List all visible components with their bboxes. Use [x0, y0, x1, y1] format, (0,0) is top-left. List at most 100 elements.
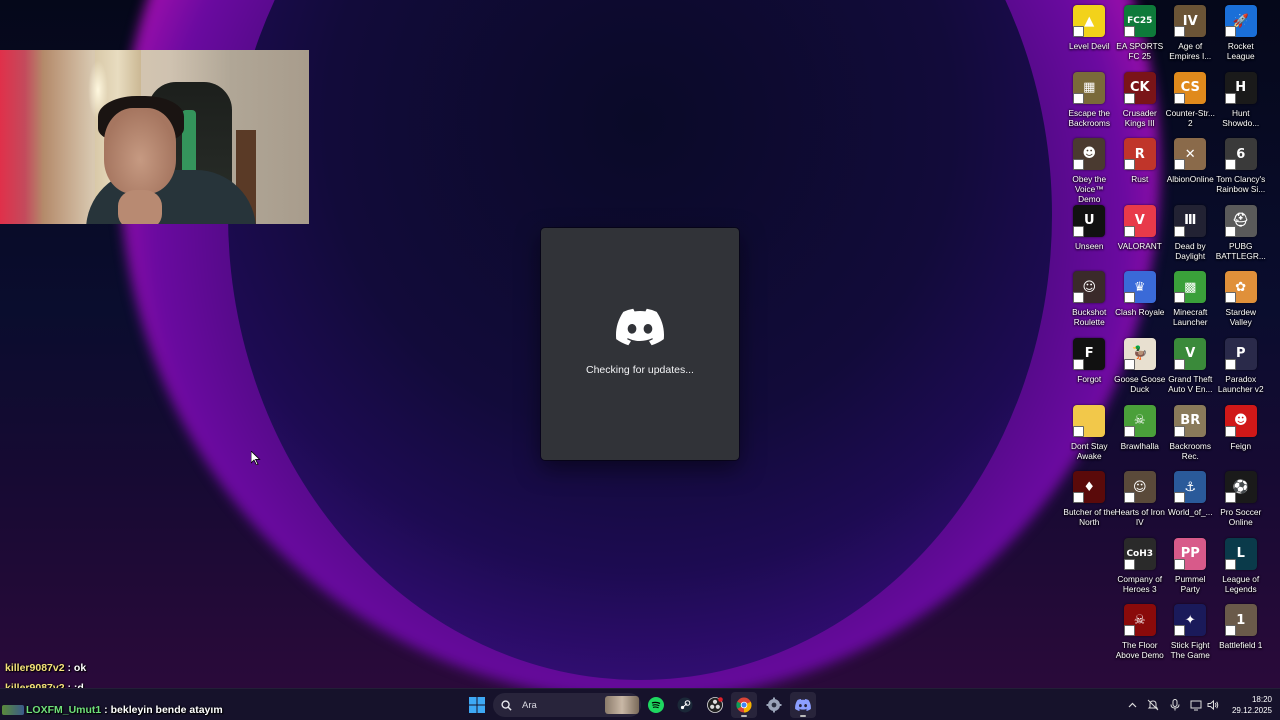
- desktop-shortcut-label: Battlefield 1: [1219, 640, 1263, 651]
- chat-text: ok: [73, 662, 87, 674]
- rust-icon: R: [1123, 138, 1156, 171]
- ea-fc25-icon: FC25: [1123, 5, 1156, 37]
- taskbar-search-input[interactable]: Ara: [493, 693, 641, 717]
- clock-time: 18:20: [1251, 695, 1272, 704]
- desktop-icon-grid: ▲ Level Devil FC25 EA SPORTS FC 25 IV Age of …: [1063, 4, 1280, 670]
- minecraft-icon: ▩: [1174, 271, 1207, 304]
- desktop-shortcut[interactable]: ⛑ PUBG BATTLEGR...: [1216, 204, 1267, 271]
- desktop-shortcut[interactable]: V VALORANT: [1115, 204, 1166, 271]
- desktop-shortcut-label: Hunt Showdo...: [1222, 107, 1260, 128]
- desktop-shortcut[interactable]: ☺ Buckshot Roulette: [1064, 270, 1115, 337]
- obey-the-voice-icon: ☻: [1073, 138, 1106, 170]
- goose-goose-duck-icon: 🦆: [1123, 337, 1156, 370]
- spotify-icon: [648, 697, 664, 713]
- desktop-shortcut[interactable]: H Hunt Showdo...: [1216, 71, 1267, 138]
- tray-overflow-chevron-icon[interactable]: [1125, 698, 1139, 712]
- desktop-shortcut[interactable]: ▦ Escape the Backrooms: [1064, 71, 1115, 138]
- taskbar-app-obs[interactable]: [702, 692, 728, 718]
- discord-icon: [795, 699, 811, 711]
- desktop-shortcut[interactable]: BR Backrooms Rec.: [1165, 404, 1216, 471]
- notifications-muted-icon[interactable]: [1146, 698, 1160, 712]
- desktop-shortcut-label: Escape the Backrooms: [1068, 107, 1110, 128]
- desktop-shortcut[interactable]: IV Age of Empires I...: [1165, 4, 1216, 71]
- clash-royale-icon: ♛: [1123, 271, 1156, 304]
- desktop-shortcut[interactable]: FC25 EA SPORTS FC 25: [1115, 4, 1166, 71]
- desktop-shortcut[interactable]: CK Crusader Kings III: [1115, 71, 1166, 138]
- taskbar-app-spotify[interactable]: [643, 692, 669, 718]
- desktop-shortcut-label: Brawlhalla: [1120, 440, 1159, 451]
- desktop-shortcut[interactable]: ✦ Stick Fight The Game: [1165, 603, 1216, 670]
- mouse-cursor-icon: [251, 451, 261, 465]
- desktop-shortcut-label: Pummel Party: [1175, 573, 1206, 594]
- feign-icon: ☻: [1224, 404, 1257, 437]
- desktop-shortcut[interactable]: ♦ Butcher of the North: [1063, 470, 1115, 537]
- taskbar-app-settings[interactable]: [761, 692, 787, 718]
- desktop-shortcut[interactable]: P Paradox Launcher v2: [1216, 337, 1267, 404]
- desktop-shortcut[interactable]: ☠ The Floor Above Demo: [1115, 603, 1166, 670]
- chat-username: LOXFM_Umut1: [26, 704, 102, 716]
- dead-by-daylight-icon: Ⅲ: [1174, 204, 1207, 237]
- company-of-heroes-icon: CoH3: [1123, 537, 1156, 570]
- desktop-shortcut[interactable]: ☻ Feign: [1216, 404, 1267, 471]
- pummel-party-icon: PP: [1174, 537, 1207, 570]
- pubg-icon: ⛑: [1224, 204, 1257, 237]
- desktop-shortcut-label: EA SPORTS FC 25: [1116, 41, 1164, 61]
- desktop-shortcut-label: Dont Stay Awake: [1071, 440, 1108, 461]
- desktop-shortcut-label: Paradox Launcher v2: [1217, 373, 1264, 394]
- settings-app-icon: [766, 697, 782, 713]
- taskbar: LOXFM_Umut1 : bekleyin bende atayım Ara: [0, 688, 1280, 720]
- desktop-shortcut[interactable]: 6 Tom Clancy's Rainbow Si...: [1216, 137, 1267, 204]
- start-button[interactable]: [464, 692, 490, 718]
- unseen-icon: U: [1073, 204, 1106, 237]
- desktop-shortcut[interactable]: Ⅲ Dead by Daylight: [1165, 204, 1216, 271]
- desktop-shortcut[interactable]: 🚀 Rocket League: [1216, 4, 1267, 71]
- backrooms-rec-icon: BR: [1174, 404, 1207, 437]
- network-icon[interactable]: [1189, 698, 1203, 712]
- desktop-shortcut-label: Tom Clancy's Rainbow Si...: [1216, 174, 1266, 195]
- brawlhalla-icon: ☠: [1123, 404, 1156, 437]
- desktop-shortcut[interactable]: CS Counter-Str... 2: [1165, 71, 1216, 138]
- desktop-shortcut[interactable]: R Rust: [1115, 137, 1166, 204]
- desktop-shortcut-label: Clash Royale: [1115, 307, 1165, 318]
- desktop-shortcut[interactable]: ♛ Clash Royale: [1115, 270, 1166, 337]
- desktop-shortcut-label: Age of Empires I...: [1169, 41, 1212, 61]
- desktop-shortcut[interactable]: V Grand Theft Auto V En...: [1165, 337, 1216, 404]
- search-placeholder: Ara: [522, 699, 537, 711]
- chat-text: bekleyin bende atayım: [110, 704, 223, 716]
- desktop-shortcut-label: AlbionOnline: [1166, 174, 1214, 185]
- desktop-shortcut[interactable]: F Forgot: [1064, 337, 1115, 404]
- desktop-shortcut-label: World_of_...: [1167, 507, 1213, 518]
- desktop-shortcut[interactable]: ✿ Stardew Valley: [1216, 270, 1267, 337]
- gta-v-icon: V: [1174, 337, 1207, 370]
- desktop-shortcut-label: Feign: [1230, 440, 1252, 451]
- desktop-shortcut[interactable]: ▲ Level Devil: [1064, 4, 1115, 71]
- obs-icon: [707, 697, 723, 713]
- buckshot-roulette-icon: ☺: [1073, 271, 1106, 304]
- desktop-shortcut[interactable]: ⚓ World_of_...: [1165, 470, 1216, 537]
- desktop-shortcut[interactable]: ✕ AlbionOnline: [1165, 137, 1216, 204]
- desktop-shortcut[interactable]: ☻ Obey the Voice™ Demo: [1064, 137, 1115, 204]
- desktop-shortcut[interactable]: ☺ Hearts of Iron IV: [1115, 470, 1166, 537]
- desktop-shortcut-label: Crusader Kings III: [1122, 107, 1157, 128]
- chat-badge-icon: [2, 705, 24, 716]
- desktop-shortcut-label: League of Legends: [1222, 573, 1260, 594]
- volume-icon[interactable]: [1206, 698, 1220, 712]
- taskbar-app-steam[interactable]: [672, 692, 698, 718]
- desktop-shortcut[interactable]: ☠ Brawlhalla: [1115, 404, 1166, 471]
- taskbar-app-discord[interactable]: [790, 692, 816, 718]
- taskbar-clock[interactable]: 18:20 29.12.2025: [1226, 694, 1272, 716]
- desktop-shortcut[interactable]: 🦆 Goose Goose Duck: [1114, 337, 1165, 404]
- desktop-shortcut[interactable]: U Unseen: [1064, 204, 1115, 271]
- desktop-shortcut[interactable]: ▩ Minecraft Launcher: [1165, 270, 1216, 337]
- desktop-shortcut[interactable]: ⚽ Pro Soccer Online: [1216, 470, 1267, 537]
- desktop-shortcut[interactable]: PP Pummel Party: [1165, 537, 1216, 604]
- desktop-shortcut[interactable]: L League of Legends: [1216, 537, 1267, 604]
- desktop-shortcut-label: Counter-Str... 2: [1165, 107, 1215, 128]
- microphone-icon[interactable]: [1168, 698, 1182, 712]
- desktop-shortcut[interactable]: CoH3 Company of Heroes 3: [1115, 537, 1166, 604]
- taskbar-app-chrome[interactable]: [731, 692, 757, 718]
- pro-soccer-online-icon: ⚽: [1224, 471, 1257, 504]
- desktop-shortcut[interactable]: Dont Stay Awake: [1064, 404, 1115, 471]
- desktop-shortcut[interactable]: 1 Battlefield 1: [1216, 603, 1267, 670]
- rainbow-six-icon: 6: [1224, 138, 1257, 171]
